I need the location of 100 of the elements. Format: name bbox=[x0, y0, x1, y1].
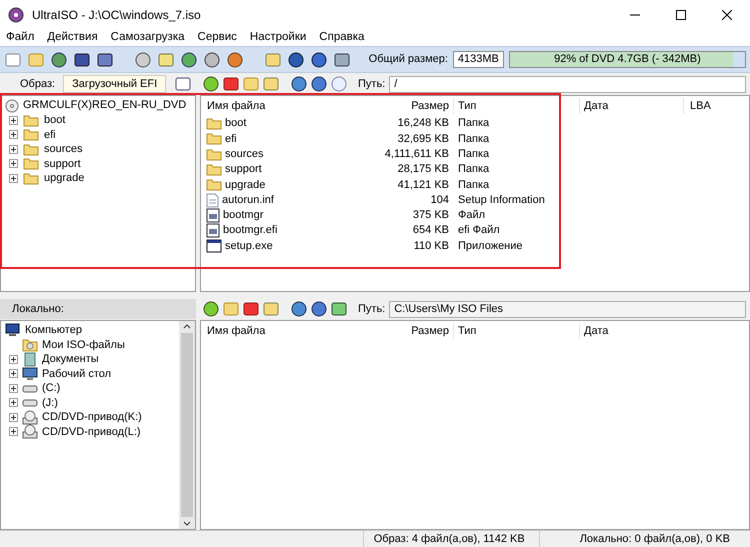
tree-item[interactable]: sources bbox=[44, 141, 83, 158]
menu-item[interactable]: Сервис bbox=[198, 29, 237, 47]
file-name[interactable]: support bbox=[225, 161, 262, 178]
file-type: Папка bbox=[457, 147, 490, 162]
menu-item[interactable]: Действия bbox=[47, 29, 98, 47]
file-type: Папка bbox=[457, 178, 490, 193]
expand-icon[interactable] bbox=[9, 354, 18, 364]
column-header[interactable]: Тип bbox=[453, 98, 579, 114]
tree-item[interactable]: upgrade bbox=[44, 170, 84, 186]
file-name[interactable]: autorun.inf bbox=[222, 192, 274, 208]
tree-item[interactable]: Документы bbox=[42, 351, 99, 368]
tree-item[interactable]: CD/DVD-привод(K:) bbox=[42, 409, 142, 426]
expand-icon[interactable] bbox=[9, 369, 18, 378]
file-size: 41,121 KB bbox=[396, 178, 450, 193]
scroll-up-icon[interactable] bbox=[183, 323, 191, 329]
folder-icon bbox=[23, 142, 39, 156]
expand-icon[interactable] bbox=[9, 384, 18, 393]
maximize-icon[interactable] bbox=[676, 10, 686, 20]
file-type: Setup Information bbox=[457, 192, 545, 208]
file-type: Файл bbox=[457, 208, 486, 224]
expand-icon[interactable] bbox=[9, 174, 18, 183]
tree-item[interactable]: support bbox=[44, 156, 81, 172]
column-header[interactable]: LBA bbox=[683, 98, 743, 114]
folder-icon bbox=[206, 132, 222, 146]
menu-item[interactable]: Самозагрузка bbox=[110, 29, 185, 47]
expand-icon[interactable] bbox=[9, 412, 18, 422]
file-size: 654 KB bbox=[412, 223, 450, 238]
local-label: Локально: bbox=[12, 302, 64, 317]
file-type: efi Файл bbox=[457, 223, 500, 238]
window-title: UltraISO - J:\OC\windows_7.iso bbox=[32, 7, 201, 24]
expand-icon[interactable] bbox=[9, 159, 18, 168]
expand-icon[interactable] bbox=[9, 130, 18, 140]
total-size-value: 4133MB bbox=[452, 51, 504, 68]
file-type: Папка bbox=[457, 162, 490, 178]
file-name[interactable]: bootmgr bbox=[223, 207, 264, 224]
folder-icon bbox=[23, 114, 39, 127]
tree-item[interactable]: (C:) bbox=[42, 380, 60, 396]
folder-icon bbox=[206, 178, 222, 192]
optical-drive-icon bbox=[22, 424, 38, 440]
file-name[interactable]: sources bbox=[225, 146, 264, 162]
scrollbar[interactable] bbox=[179, 321, 195, 529]
file-type: Папка bbox=[457, 116, 490, 132]
file-name[interactable]: setup.exe bbox=[225, 238, 273, 254]
tree-item[interactable]: boot bbox=[44, 112, 66, 128]
file-type: Папка bbox=[457, 132, 490, 147]
tree-root-label[interactable]: Компьютер bbox=[25, 322, 82, 338]
tree-item[interactable]: Рабочий стол bbox=[42, 366, 112, 382]
folder-icon bbox=[206, 148, 222, 161]
path-field[interactable]: / bbox=[389, 76, 746, 92]
status-image: Образ: 4 файл(а,ов), 1142 KB bbox=[362, 530, 539, 547]
file-name[interactable]: boot bbox=[225, 115, 246, 132]
close-icon[interactable] bbox=[722, 10, 732, 20]
file-type: Приложение bbox=[457, 238, 523, 254]
expand-icon[interactable] bbox=[9, 116, 18, 125]
file-name[interactable]: bootmgr.efi bbox=[223, 222, 278, 239]
menu-item[interactable]: Настройки bbox=[250, 29, 306, 47]
expand-icon[interactable] bbox=[9, 427, 18, 436]
menu-item[interactable]: Файл bbox=[6, 29, 34, 47]
window-icon bbox=[206, 239, 222, 254]
total-size-label: Общий размер: bbox=[368, 52, 448, 68]
expand-icon[interactable] bbox=[9, 398, 18, 408]
path-label: Путь: bbox=[358, 76, 386, 92]
tree-item[interactable]: Мои ISO-файлы bbox=[42, 336, 125, 353]
column-header[interactable]: Размер bbox=[381, 98, 453, 114]
folder-icon bbox=[23, 172, 39, 185]
tree-root-label[interactable]: GRMCULF(X)REO_EN-RU_DVD bbox=[23, 97, 186, 114]
folder-icon bbox=[23, 128, 39, 142]
folder-icon bbox=[23, 157, 39, 170]
path-field[interactable]: C:\Users\My ISO Files bbox=[389, 300, 746, 318]
scroll-down-icon[interactable] bbox=[183, 521, 191, 527]
computer-icon bbox=[5, 323, 21, 338]
column-header[interactable]: Дата bbox=[579, 322, 683, 340]
binary-file-icon bbox=[206, 208, 220, 223]
menu-item[interactable]: Справка bbox=[319, 29, 364, 47]
file-size: 16,248 KB bbox=[396, 116, 450, 132]
folder-icon bbox=[206, 117, 222, 130]
file-size: 375 KB bbox=[412, 208, 450, 224]
column-header[interactable]: Имя файла bbox=[201, 322, 381, 340]
capacity-reading: 92% of DVD 4.7GB (- 342MB) bbox=[553, 52, 702, 67]
column-header[interactable]: Размер bbox=[381, 322, 453, 340]
app-logo-icon bbox=[8, 7, 24, 23]
path-label: Путь: bbox=[358, 302, 386, 317]
status-local: Локально: 0 файл(а,ов), 0 KB bbox=[538, 530, 750, 547]
optical-drive-icon bbox=[22, 410, 38, 425]
expand-icon[interactable] bbox=[9, 144, 18, 154]
image-label: Образ: bbox=[20, 76, 56, 92]
boot-type-field: Загрузочный EFI bbox=[63, 75, 166, 93]
file-size: 28,175 KB bbox=[396, 162, 450, 178]
folder-icon bbox=[206, 163, 222, 176]
column-header[interactable]: Имя файла bbox=[201, 98, 381, 114]
tree-item[interactable]: CD/DVD-привод(L:) bbox=[42, 424, 141, 440]
documents-icon bbox=[22, 352, 38, 367]
tree-item[interactable]: efi bbox=[44, 126, 56, 143]
file-size: 4,111,611 KB bbox=[384, 147, 450, 162]
column-header[interactable]: Дата bbox=[579, 98, 683, 114]
file-size: 32,695 KB bbox=[396, 132, 450, 147]
column-header[interactable]: Тип bbox=[453, 322, 579, 340]
file-name[interactable]: upgrade bbox=[225, 176, 266, 194]
tree-item[interactable]: (J:) bbox=[42, 394, 58, 411]
file-name[interactable]: efi bbox=[225, 130, 237, 148]
